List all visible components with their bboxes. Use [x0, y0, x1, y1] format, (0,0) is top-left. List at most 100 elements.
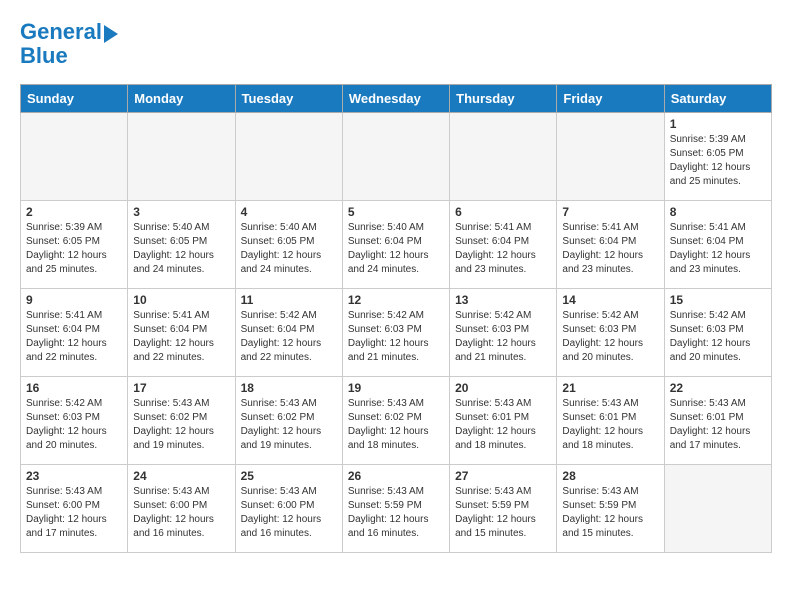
- day-info: Sunrise: 5:43 AM Sunset: 6:00 PM Dayligh…: [26, 485, 122, 541]
- calendar-cell: 16 Sunrise: 5:42 AM Sunset: 6:03 PM Dayli…: [21, 377, 128, 465]
- day-info: Sunrise: 5:40 AM Sunset: 6:04 PM Dayligh…: [348, 221, 444, 277]
- calendar-week-row: 2 Sunrise: 5:39 AM Sunset: 6:05 PM Daylig…: [21, 201, 772, 289]
- day-number: 5: [348, 205, 444, 219]
- day-info: Sunrise: 5:43 AM Sunset: 6:02 PM Dayligh…: [241, 397, 337, 453]
- calendar-cell: 22 Sunrise: 5:43 AM Sunset: 6:01 PM Dayli…: [664, 377, 771, 465]
- calendar-cell: 3 Sunrise: 5:40 AM Sunset: 6:05 PM Daylig…: [128, 201, 235, 289]
- calendar-cell: [235, 113, 342, 201]
- weekday-header-wednesday: Wednesday: [342, 85, 449, 113]
- day-info: Sunrise: 5:43 AM Sunset: 6:00 PM Dayligh…: [133, 485, 229, 541]
- day-number: 2: [26, 205, 122, 219]
- calendar-cell: 4Sunrise: 5:40 AM Sunset: 6:05 PM Daylig…: [235, 201, 342, 289]
- calendar-week-row: 1 Sunrise: 5:39 AM Sunset: 6:05 PM Daylig…: [21, 113, 772, 201]
- day-info: Sunrise: 5:41 AM Sunset: 6:04 PM Dayligh…: [26, 309, 122, 365]
- day-number: 16: [26, 381, 122, 395]
- day-info: Sunrise: 5:43 AM Sunset: 6:01 PM Dayligh…: [455, 397, 551, 453]
- day-info: Sunrise: 5:39 AM Sunset: 6:05 PM Dayligh…: [670, 133, 766, 189]
- calendar-cell: [128, 113, 235, 201]
- calendar-table: SundayMondayTuesdayWednesdayThursdayFrid…: [20, 84, 772, 553]
- day-number: 20: [455, 381, 551, 395]
- day-info: Sunrise: 5:40 AM Sunset: 6:05 PM Dayligh…: [241, 221, 337, 277]
- calendar-cell: 28 Sunrise: 5:43 AM Sunset: 5:59 PM Dayli…: [557, 465, 664, 553]
- calendar-cell: 19 Sunrise: 5:43 AM Sunset: 6:02 PM Dayli…: [342, 377, 449, 465]
- calendar-cell: [342, 113, 449, 201]
- day-number: 25: [241, 469, 337, 483]
- day-number: 7: [562, 205, 658, 219]
- day-number: 23: [26, 469, 122, 483]
- day-info: Sunrise: 5:41 AM Sunset: 6:04 PM Dayligh…: [562, 221, 658, 277]
- calendar-cell: 26 Sunrise: 5:43 AM Sunset: 5:59 PM Dayli…: [342, 465, 449, 553]
- day-info: Sunrise: 5:41 AM Sunset: 6:04 PM Dayligh…: [670, 221, 766, 277]
- calendar-cell: 20 Sunrise: 5:43 AM Sunset: 6:01 PM Dayli…: [450, 377, 557, 465]
- logo: General Blue: [20, 20, 118, 68]
- calendar-cell: 11Sunrise: 5:42 AM Sunset: 6:04 PM Dayli…: [235, 289, 342, 377]
- day-info: Sunrise: 5:39 AM Sunset: 6:05 PM Dayligh…: [26, 221, 122, 277]
- calendar-cell: 7 Sunrise: 5:41 AM Sunset: 6:04 PM Daylig…: [557, 201, 664, 289]
- day-info: Sunrise: 5:43 AM Sunset: 6:01 PM Dayligh…: [562, 397, 658, 453]
- day-info: Sunrise: 5:43 AM Sunset: 6:01 PM Dayligh…: [670, 397, 766, 453]
- calendar-cell: 21 Sunrise: 5:43 AM Sunset: 6:01 PM Dayli…: [557, 377, 664, 465]
- calendar-cell: 5 Sunrise: 5:40 AM Sunset: 6:04 PM Daylig…: [342, 201, 449, 289]
- day-info: Sunrise: 5:42 AM Sunset: 6:03 PM Dayligh…: [455, 309, 551, 365]
- day-number: 1: [670, 117, 766, 131]
- logo-text-blue: Blue: [20, 44, 118, 68]
- day-info: Sunrise: 5:43 AM Sunset: 6:00 PM Dayligh…: [241, 485, 337, 541]
- calendar-cell: 18 Sunrise: 5:43 AM Sunset: 6:02 PM Dayli…: [235, 377, 342, 465]
- calendar-cell: [450, 113, 557, 201]
- calendar-cell: 27Sunrise: 5:43 AM Sunset: 5:59 PM Dayli…: [450, 465, 557, 553]
- day-number: 3: [133, 205, 229, 219]
- day-info: Sunrise: 5:42 AM Sunset: 6:03 PM Dayligh…: [348, 309, 444, 365]
- day-number: 22: [670, 381, 766, 395]
- calendar-cell: 17 Sunrise: 5:43 AM Sunset: 6:02 PM Dayli…: [128, 377, 235, 465]
- day-info: Sunrise: 5:41 AM Sunset: 6:04 PM Dayligh…: [133, 309, 229, 365]
- calendar-cell: 24 Sunrise: 5:43 AM Sunset: 6:00 PM Dayli…: [128, 465, 235, 553]
- calendar-cell: 8 Sunrise: 5:41 AM Sunset: 6:04 PM Daylig…: [664, 201, 771, 289]
- day-number: 12: [348, 293, 444, 307]
- calendar-cell: 13 Sunrise: 5:42 AM Sunset: 6:03 PM Dayli…: [450, 289, 557, 377]
- day-number: 28: [562, 469, 658, 483]
- day-number: 18: [241, 381, 337, 395]
- calendar-cell: 14 Sunrise: 5:42 AM Sunset: 6:03 PM Dayli…: [557, 289, 664, 377]
- calendar-week-row: 23 Sunrise: 5:43 AM Sunset: 6:00 PM Dayli…: [21, 465, 772, 553]
- day-info: Sunrise: 5:43 AM Sunset: 5:59 PM Dayligh…: [455, 485, 551, 541]
- calendar-cell: 6 Sunrise: 5:41 AM Sunset: 6:04 PM Daylig…: [450, 201, 557, 289]
- calendar-cell: 15Sunrise: 5:42 AM Sunset: 6:03 PM Dayli…: [664, 289, 771, 377]
- logo-arrow-icon: [104, 25, 118, 43]
- calendar-cell: [664, 465, 771, 553]
- day-number: 13: [455, 293, 551, 307]
- day-number: 6: [455, 205, 551, 219]
- day-info: Sunrise: 5:43 AM Sunset: 5:59 PM Dayligh…: [562, 485, 658, 541]
- weekday-header-saturday: Saturday: [664, 85, 771, 113]
- weekday-header-tuesday: Tuesday: [235, 85, 342, 113]
- day-number: 10: [133, 293, 229, 307]
- day-number: 19: [348, 381, 444, 395]
- calendar-cell: 25 Sunrise: 5:43 AM Sunset: 6:00 PM Dayli…: [235, 465, 342, 553]
- day-number: 11: [241, 293, 337, 307]
- weekday-header-monday: Monday: [128, 85, 235, 113]
- day-info: Sunrise: 5:41 AM Sunset: 6:04 PM Dayligh…: [455, 221, 551, 277]
- calendar-cell: 2 Sunrise: 5:39 AM Sunset: 6:05 PM Daylig…: [21, 201, 128, 289]
- calendar-week-row: 16 Sunrise: 5:42 AM Sunset: 6:03 PM Dayli…: [21, 377, 772, 465]
- day-info: Sunrise: 5:42 AM Sunset: 6:03 PM Dayligh…: [562, 309, 658, 365]
- day-info: Sunrise: 5:43 AM Sunset: 6:02 PM Dayligh…: [348, 397, 444, 453]
- day-number: 9: [26, 293, 122, 307]
- day-number: 8: [670, 205, 766, 219]
- day-number: 21: [562, 381, 658, 395]
- day-number: 26: [348, 469, 444, 483]
- calendar-cell: 1 Sunrise: 5:39 AM Sunset: 6:05 PM Daylig…: [664, 113, 771, 201]
- day-info: Sunrise: 5:40 AM Sunset: 6:05 PM Dayligh…: [133, 221, 229, 277]
- day-info: Sunrise: 5:43 AM Sunset: 5:59 PM Dayligh…: [348, 485, 444, 541]
- logo-text: General: [20, 20, 102, 44]
- calendar-cell: [21, 113, 128, 201]
- day-info: Sunrise: 5:42 AM Sunset: 6:03 PM Dayligh…: [26, 397, 122, 453]
- calendar-cell: 10 Sunrise: 5:41 AM Sunset: 6:04 PM Dayli…: [128, 289, 235, 377]
- calendar-cell: 12 Sunrise: 5:42 AM Sunset: 6:03 PM Dayli…: [342, 289, 449, 377]
- day-number: 17: [133, 381, 229, 395]
- day-number: 15: [670, 293, 766, 307]
- day-number: 14: [562, 293, 658, 307]
- page-header: General Blue: [20, 20, 772, 68]
- day-info: Sunrise: 5:43 AM Sunset: 6:02 PM Dayligh…: [133, 397, 229, 453]
- weekday-header-thursday: Thursday: [450, 85, 557, 113]
- calendar-cell: [557, 113, 664, 201]
- day-number: 24: [133, 469, 229, 483]
